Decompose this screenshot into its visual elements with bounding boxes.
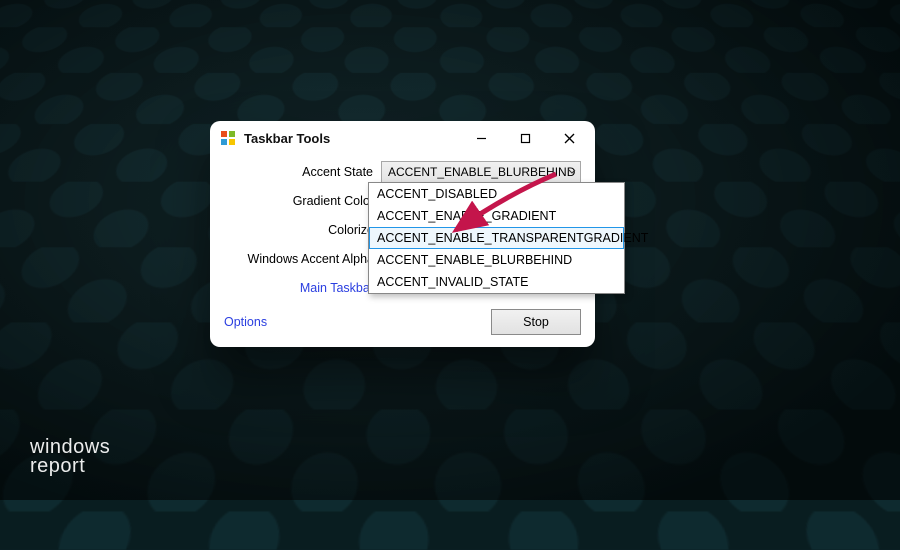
- window-footer: Options Stop: [224, 305, 581, 335]
- window-title: Taskbar Tools: [244, 131, 459, 146]
- close-button[interactable]: [547, 123, 591, 153]
- link-main-taskbar[interactable]: Main Taskbar: [224, 281, 382, 295]
- label-windows-accent-alpha: Windows Accent Alpha: [224, 252, 382, 266]
- combo-accent-state[interactable]: ACCENT_ENABLE_BLURBEHIND: [381, 161, 581, 183]
- combo-accent-state-value: ACCENT_ENABLE_BLURBEHIND: [381, 161, 581, 183]
- stop-button[interactable]: Stop: [491, 309, 581, 335]
- maximize-button[interactable]: [503, 123, 547, 153]
- taskbar-tools-window: Taskbar Tools Accent State ACCENT_ENABLE…: [210, 121, 595, 347]
- app-icon: [220, 130, 236, 146]
- label-gradient-color: Gradient Color: [224, 194, 382, 208]
- dropdown-option[interactable]: ACCENT_ENABLE_GRADIENT: [369, 205, 624, 227]
- accent-state-dropdown[interactable]: ACCENT_DISABLED ACCENT_ENABLE_GRADIENT A…: [368, 182, 625, 294]
- label-colorize: Colorize: [224, 223, 382, 237]
- minimize-button[interactable]: [459, 123, 503, 153]
- watermark-logo: windows report: [30, 438, 110, 476]
- dropdown-option-highlighted[interactable]: ACCENT_ENABLE_TRANSPARENTGRADIENT: [369, 227, 624, 249]
- label-accent-state: Accent State: [224, 165, 381, 179]
- dropdown-option[interactable]: ACCENT_ENABLE_BLURBEHIND: [369, 249, 624, 271]
- title-bar[interactable]: Taskbar Tools: [210, 121, 595, 155]
- stop-button-label: Stop: [523, 315, 549, 329]
- watermark-line2: report: [30, 457, 110, 476]
- link-options[interactable]: Options: [224, 315, 267, 329]
- window-content: Accent State ACCENT_ENABLE_BLURBEHIND Gr…: [210, 155, 595, 347]
- dropdown-option[interactable]: ACCENT_DISABLED: [369, 183, 624, 205]
- dropdown-option[interactable]: ACCENT_INVALID_STATE: [369, 271, 624, 293]
